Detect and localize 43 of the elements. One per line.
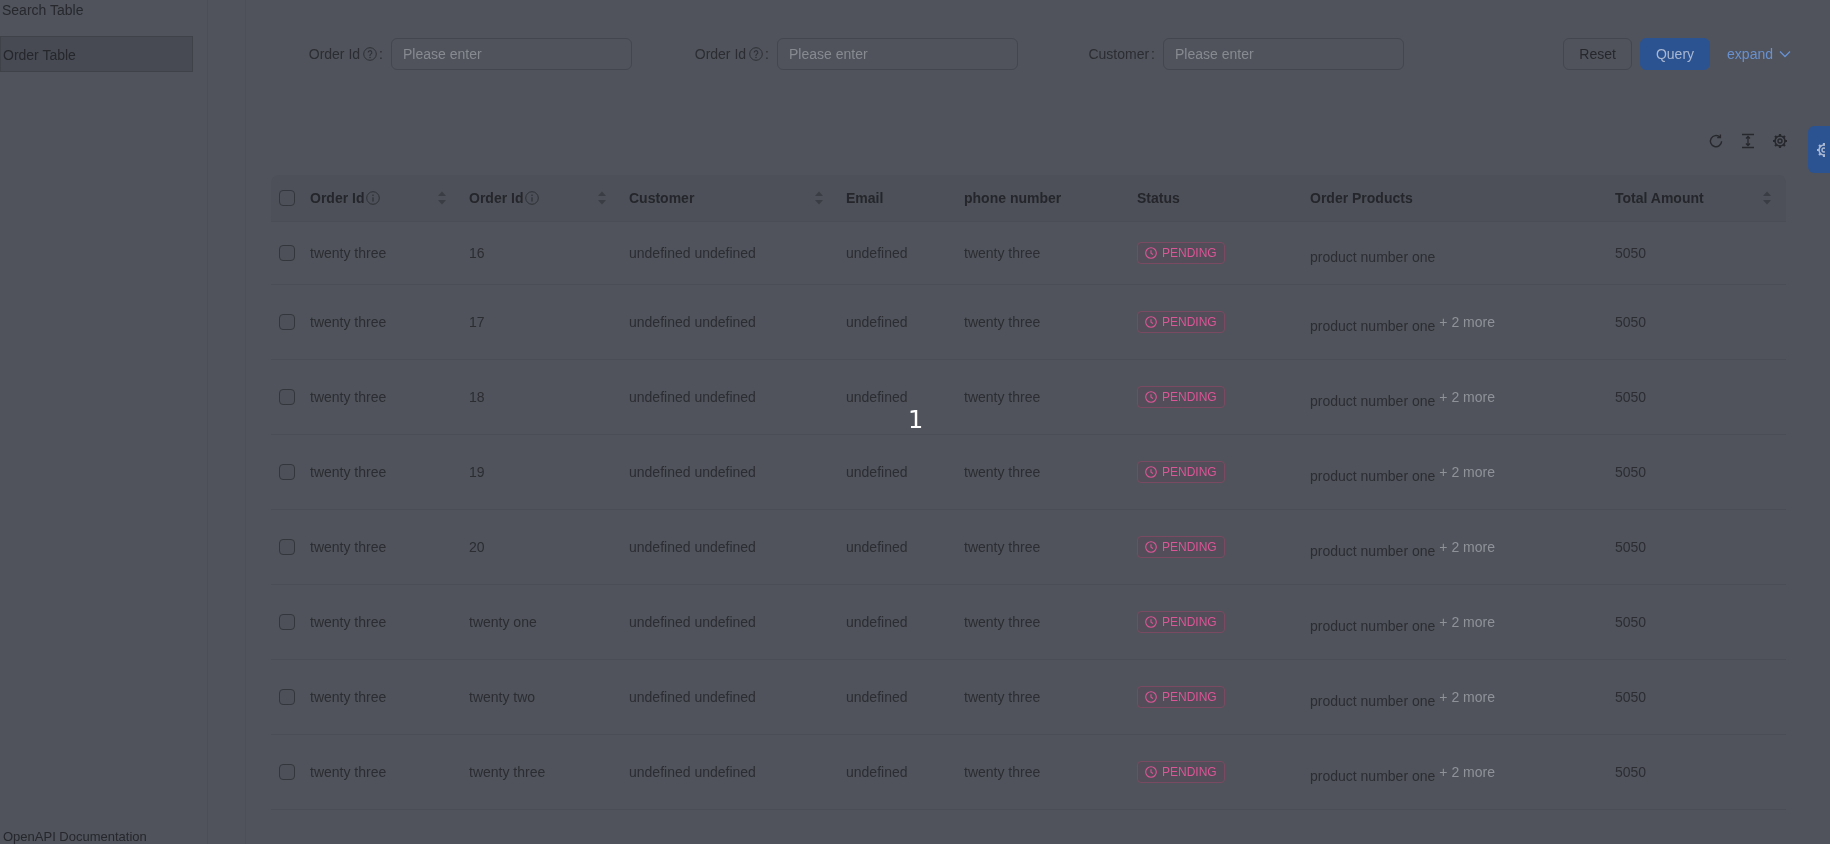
- more-link[interactable]: + 2 more: [1439, 526, 1495, 568]
- row-checkbox[interactable]: [278, 464, 295, 480]
- settings-icon[interactable]: [1772, 133, 1788, 149]
- label-colon: :: [379, 46, 383, 62]
- status-text: PENDING: [1162, 614, 1217, 631]
- select-all-checkbox[interactable]: [278, 190, 295, 206]
- more-link[interactable]: + 2 more: [1439, 376, 1495, 418]
- clock-icon: [1145, 247, 1157, 259]
- more-link[interactable]: + 2 more: [1439, 751, 1495, 793]
- clock-icon: [1145, 466, 1157, 478]
- row-checkbox[interactable]: [278, 539, 295, 555]
- status-text: PENDING: [1162, 764, 1217, 781]
- status-text: PENDING: [1162, 464, 1217, 481]
- more-link[interactable]: + 2 more: [1439, 676, 1495, 718]
- expand-link[interactable]: expand: [1727, 46, 1791, 62]
- clock-icon: [1145, 391, 1157, 403]
- column-height-icon[interactable]: [1740, 133, 1756, 149]
- settings-drawer-button[interactable]: [1808, 126, 1830, 173]
- more-link[interactable]: + 2 more: [1439, 301, 1495, 343]
- overlay-label: 1: [908, 406, 924, 434]
- row-checkbox[interactable]: [278, 764, 295, 780]
- clock-icon: [1145, 541, 1157, 553]
- status-text: PENDING: [1162, 689, 1217, 706]
- status-text: PENDING: [1162, 245, 1217, 262]
- clock-icon: [1145, 616, 1157, 628]
- more-link[interactable]: + 2 more: [1439, 451, 1495, 493]
- clock-icon: [1145, 316, 1157, 328]
- row-checkbox[interactable]: [278, 314, 295, 330]
- status-text: PENDING: [1162, 389, 1217, 406]
- label-colon: :: [1151, 46, 1155, 62]
- query-button[interactable]: Query: [1639, 38, 1711, 70]
- status-text: PENDING: [1162, 314, 1217, 331]
- reload-icon[interactable]: [1708, 133, 1724, 149]
- clock-icon: [1145, 691, 1157, 703]
- row-checkbox[interactable]: [278, 245, 295, 261]
- clock-icon: [1145, 766, 1157, 778]
- label-colon: :: [765, 46, 769, 62]
- row-checkbox[interactable]: [278, 389, 295, 405]
- row-checkbox[interactable]: [278, 689, 295, 705]
- status-text: PENDING: [1162, 539, 1217, 556]
- more-link[interactable]: + 2 more: [1439, 601, 1495, 643]
- gear-icon: [1816, 141, 1825, 158]
- row-checkbox[interactable]: [278, 614, 295, 630]
